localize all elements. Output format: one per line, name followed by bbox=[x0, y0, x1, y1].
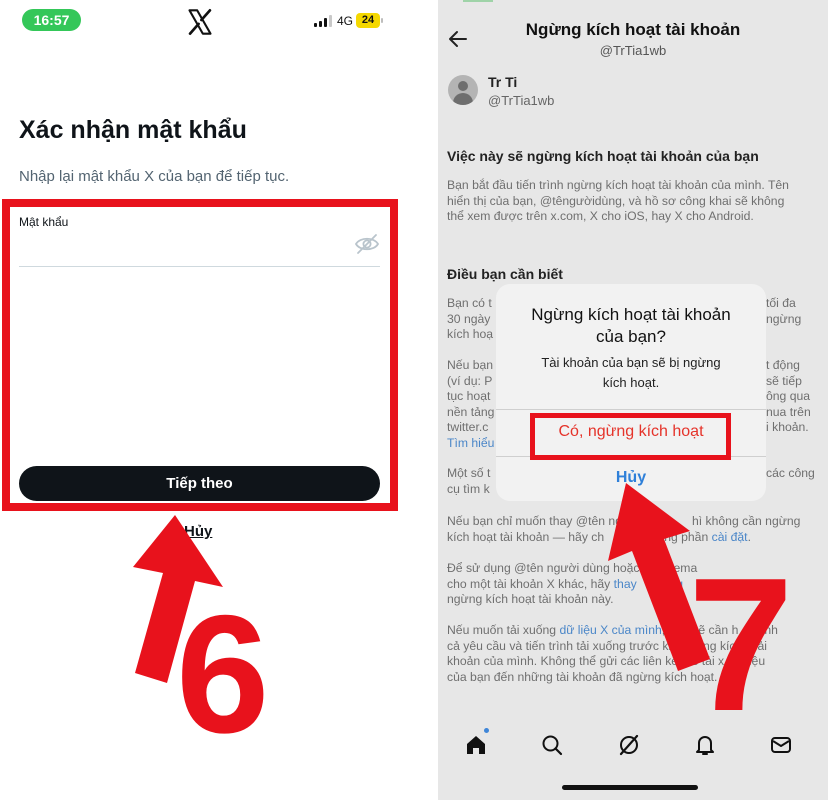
text-line: Nếu bạn chỉ muốn thay @tên ng bbox=[447, 514, 622, 528]
text-line: các công bbox=[766, 466, 815, 480]
left-panel: 16:57 4G 24 Xác nhận mật khẩu Nhập lại m… bbox=[0, 0, 408, 800]
text-line: t động bbox=[766, 358, 800, 372]
dialog-title: Ngừng kích hoạt tài khoản của bạn? bbox=[496, 304, 766, 348]
text-line: ông qua bbox=[766, 389, 811, 403]
text-line: Nếu muốn tải xuống bbox=[447, 623, 560, 637]
dialog-title-line: Ngừng kích hoạt tài khoản bbox=[531, 305, 731, 324]
highlight-box-step6 bbox=[2, 199, 398, 511]
home-icon[interactable] bbox=[464, 733, 488, 757]
paragraph-right: các công bbox=[766, 466, 826, 482]
text-line: i khoản. bbox=[766, 420, 809, 434]
text-line: cho một tài khoản X khác, hãy bbox=[447, 576, 614, 591]
user-handle: @TrTia1wb bbox=[488, 93, 555, 108]
network-type: 4G bbox=[337, 14, 354, 28]
section1-paragraph: Bạn bắt đầu tiến trình ngừng kích hoạt t… bbox=[447, 178, 819, 225]
home-indicator bbox=[562, 785, 698, 790]
dialog-message-line: kích hoạt. bbox=[602, 375, 660, 390]
dialog-title-line: của bạn? bbox=[596, 327, 666, 346]
page-title: Ngừng kích hoạt tài khoản bbox=[525, 20, 741, 39]
step-number-7: 7 bbox=[688, 539, 794, 751]
battery-icon: 24 bbox=[356, 13, 380, 28]
page-title: Xác nhận mật khẩu bbox=[19, 116, 247, 144]
dialog-message: Tài khoản của bạn sẽ bị ngừng kích hoạt. bbox=[516, 353, 746, 393]
grok-icon[interactable] bbox=[617, 733, 641, 757]
text-line: thể xem được trên x.com, X cho iOS, hay … bbox=[447, 209, 754, 223]
avatar bbox=[448, 75, 478, 105]
paragraph-right: t động sẽ tiếp ông qua nua trên i khoản. bbox=[766, 358, 826, 436]
x-logo-icon bbox=[188, 8, 212, 36]
section-heading: Việc này sẽ ngừng kích hoạt tài khoản củ… bbox=[447, 148, 759, 164]
search-icon[interactable] bbox=[540, 733, 564, 757]
text-line: sẽ tiếp bbox=[766, 373, 802, 388]
step-number-6: 6 bbox=[176, 580, 270, 768]
highlight-box-step7 bbox=[530, 413, 731, 460]
page-handle: @TrTia1wb bbox=[599, 43, 667, 58]
page-subtitle: Nhập lại mật khẩu X của bạn để tiếp tục. bbox=[19, 168, 290, 185]
text-line: ngừng bbox=[766, 311, 802, 326]
paragraph-right: tối đa ngừng bbox=[766, 296, 826, 327]
right-panel: Ngừng kích hoạt tài khoản @TrTia1wb Tr T… bbox=[438, 0, 828, 800]
status-bar: 16:57 4G 24 bbox=[0, 0, 408, 40]
user-name: Tr Ti bbox=[488, 74, 518, 90]
status-edge bbox=[463, 0, 493, 2]
text-line: Bạn bắt đầu tiến trình ngừng kích hoạt t… bbox=[447, 178, 789, 192]
dialog-message-line: Tài khoản của bạn sẽ bị ngừng bbox=[541, 355, 721, 370]
text-line: tối đa bbox=[766, 296, 796, 310]
text-line: hiển thị của bạn, @têngườidùng, và hồ sơ… bbox=[447, 193, 785, 208]
battery-tip bbox=[381, 18, 383, 23]
signal-icon bbox=[314, 15, 332, 27]
deactivate-dialog: Ngừng kích hoạt tài khoản của bạn? Tài k… bbox=[496, 284, 766, 501]
section-heading: Điều bạn cần biết bbox=[447, 266, 563, 282]
status-time: 16:57 bbox=[22, 9, 81, 31]
text-line: nua trên bbox=[766, 404, 811, 419]
text-line: kích hoạt tài khoản — hãy ch bbox=[447, 529, 605, 544]
